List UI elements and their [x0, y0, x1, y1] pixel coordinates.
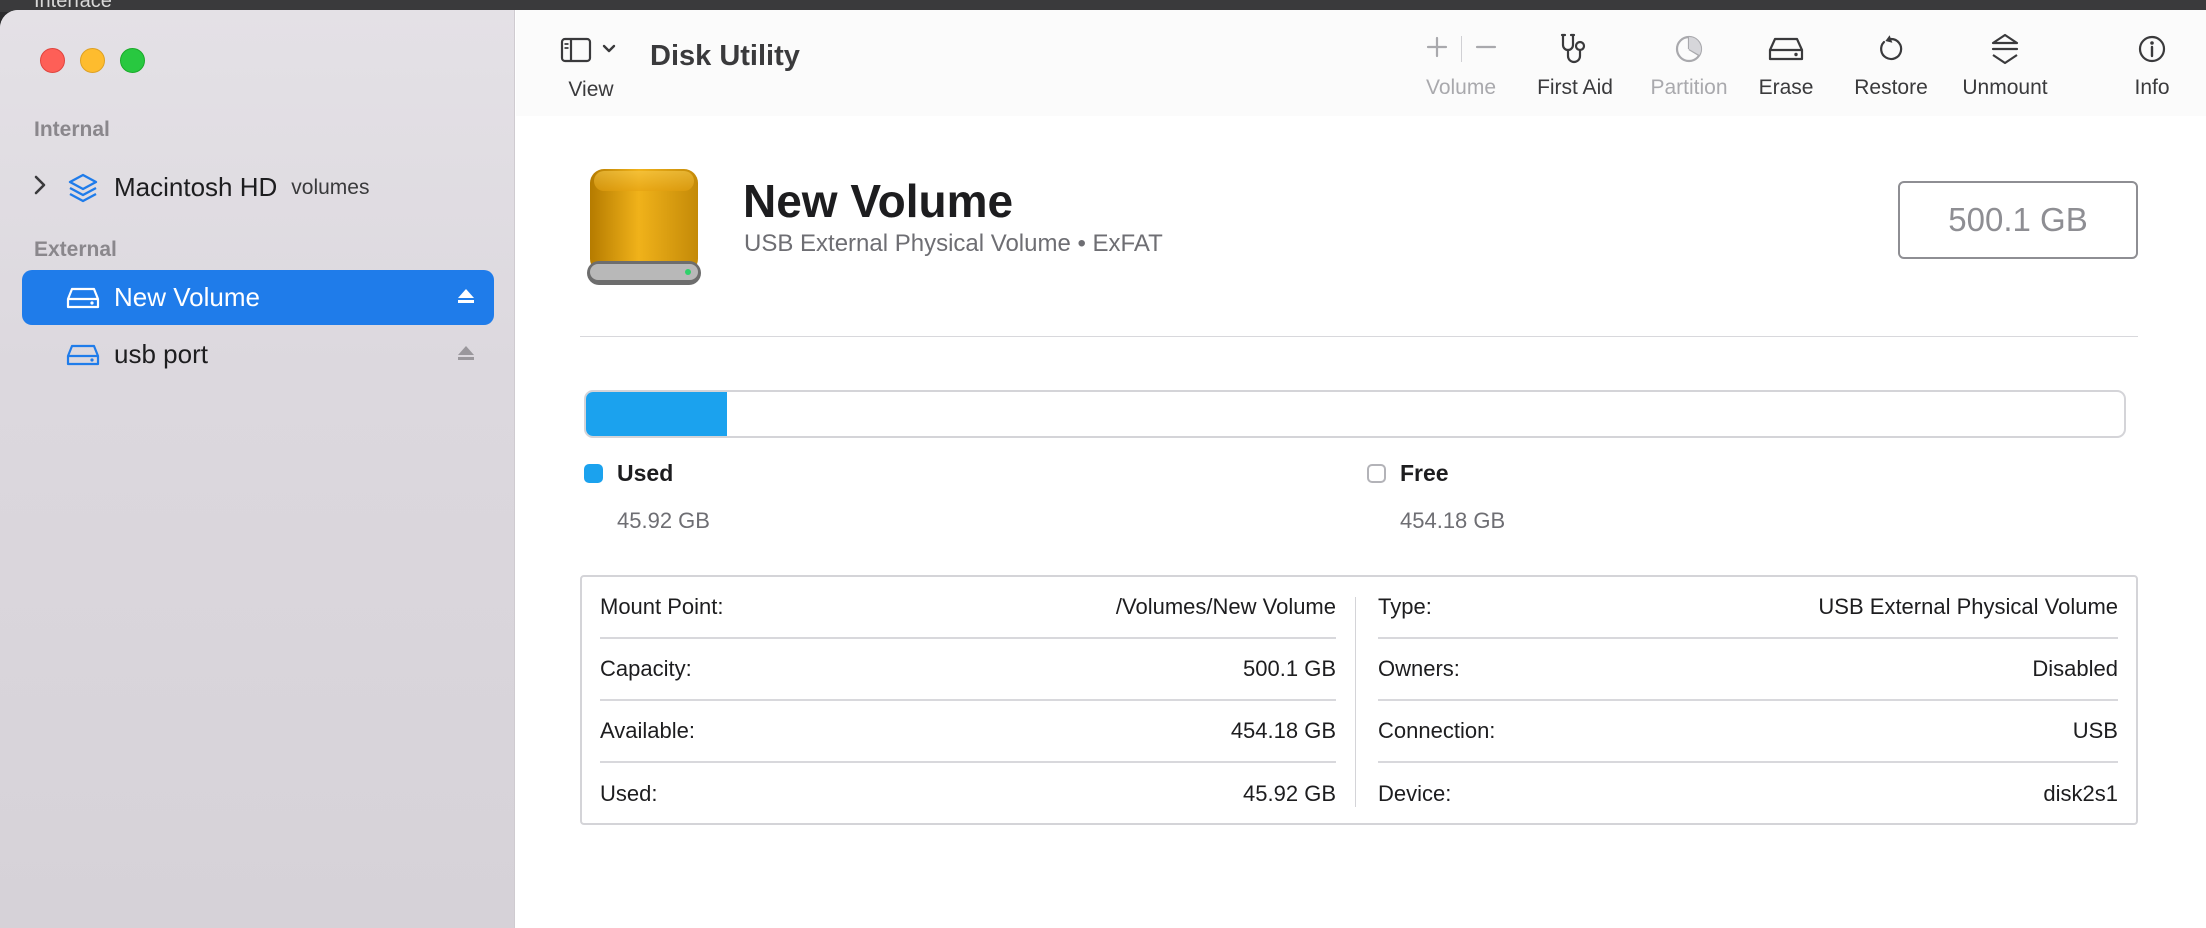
info-key: Device: — [1378, 781, 1452, 806]
info-row-device: Device: disk2s1 — [1378, 763, 2118, 825]
partition-button[interactable]: Partition — [1629, 30, 1749, 100]
drive-icon — [58, 343, 108, 367]
info-key: Available: — [600, 718, 695, 743]
eject-icon[interactable] — [456, 286, 476, 311]
view-label: View — [568, 78, 614, 101]
layers-icon — [58, 172, 108, 204]
sidebar-item-label: New Volume — [114, 282, 260, 312]
sidebar-toggle-icon — [556, 32, 626, 70]
legend-used: Used — [584, 460, 673, 487]
used-label: Used — [617, 460, 674, 486]
minimize-button[interactable] — [80, 48, 105, 73]
unmount-label: Unmount — [1962, 76, 2048, 99]
unmount-button[interactable]: Unmount — [1946, 30, 2064, 100]
sidebar-item-sublabel: volumes — [291, 175, 370, 199]
first-aid-button[interactable]: First Aid — [1516, 30, 1634, 100]
info-column-right: Type: USB External Physical Volume Owner… — [1378, 577, 2118, 823]
info-key: Used: — [600, 781, 658, 806]
sidebar-item-label: usb port — [114, 339, 208, 369]
info-key: Type: — [1378, 594, 1432, 619]
section-internal-label: Internal — [34, 118, 110, 141]
info-row-owners: Owners: Disabled — [1378, 639, 2118, 701]
info-value: 45.92 GB — [1243, 781, 1336, 806]
used-swatch-icon — [584, 464, 603, 483]
info-value: /Volumes/New Volume — [1115, 594, 1336, 619]
toolbar: View Disk Utility Volume First Aid Parti… — [516, 10, 2206, 116]
info-value: 500.1 GB — [1243, 656, 1336, 681]
disk-utility-window: Internal Macintosh HD volumes External N… — [0, 10, 2206, 928]
info-row-connection: Connection: USB — [1378, 701, 2118, 763]
sidebar-item-label: Macintosh HD — [114, 172, 278, 202]
info-row-mount-point: Mount Point: /Volumes/New Volume — [600, 577, 1336, 639]
info-value: disk2s1 — [2043, 781, 2118, 806]
erase-button[interactable]: Erase — [1744, 30, 1828, 100]
volume-name: New Volume — [743, 175, 1014, 227]
info-row-used: Used: 45.92 GB — [600, 763, 1336, 825]
external-drive-icon — [584, 165, 704, 296]
drive-erase-icon — [1744, 30, 1828, 68]
info-value: 454.18 GB — [1230, 718, 1336, 743]
volume-label: Volume — [1425, 76, 1497, 99]
minus-icon[interactable] — [1472, 33, 1500, 66]
usage-bar — [584, 390, 2126, 438]
partition-label: Partition — [1650, 76, 1728, 99]
plus-icon[interactable] — [1423, 33, 1451, 66]
info-icon — [2120, 30, 2184, 68]
used-value: 45.92 GB — [617, 508, 710, 533]
stethoscope-icon — [1516, 30, 1634, 68]
view-button[interactable]: View — [556, 32, 626, 102]
sidebar-item-new-volume[interactable]: New Volume — [22, 270, 494, 325]
free-swatch-icon — [1367, 464, 1386, 483]
info-column-left: Mount Point: /Volumes/New Volume Capacit… — [600, 577, 1336, 823]
volume-size-badge: 500.1 GB — [1898, 181, 2138, 259]
close-button[interactable] — [40, 48, 65, 73]
main-content: View Disk Utility Volume First Aid Parti… — [516, 10, 2206, 928]
window-controls — [40, 48, 145, 73]
zoom-button[interactable] — [120, 48, 145, 73]
sidebar-item-usb-port[interactable]: usb port — [22, 327, 494, 382]
sidebar: Internal Macintosh HD volumes External N… — [0, 10, 515, 928]
volume-button[interactable]: Volume — [1402, 30, 1520, 100]
volume-info-table: Mount Point: /Volumes/New Volume Capacit… — [580, 575, 2138, 825]
volume-description: USB External Physical Volume • ExFAT — [744, 230, 1163, 257]
info-row-capacity: Capacity: 500.1 GB — [600, 639, 1336, 701]
sidebar-item-macintosh-hd[interactable]: Macintosh HD volumes — [22, 160, 494, 215]
unmount-icon — [1946, 30, 2064, 68]
usage-bar-used-segment — [586, 392, 728, 436]
info-value: USB — [2072, 718, 2118, 743]
info-column-separator — [1355, 597, 1356, 807]
info-key: Capacity: — [600, 656, 692, 681]
section-external-label: External — [34, 238, 117, 261]
drive-icon — [58, 286, 108, 310]
legend-free: Free — [1367, 460, 1449, 487]
info-key: Connection: — [1378, 718, 1496, 743]
divider — [1460, 36, 1462, 62]
free-value: 454.18 GB — [1400, 508, 1506, 533]
restore-button[interactable]: Restore — [1834, 30, 1948, 100]
chevron-right-icon[interactable] — [22, 174, 58, 202]
restore-arrow-icon — [1834, 30, 1948, 68]
info-value: USB External Physical Volume — [1818, 594, 2118, 619]
window-title: Disk Utility — [650, 40, 800, 72]
free-label: Free — [1400, 460, 1449, 486]
header-divider — [580, 336, 2138, 337]
info-row-available: Available: 454.18 GB — [600, 701, 1336, 763]
eject-icon[interactable] — [456, 343, 476, 368]
pie-chart-icon — [1629, 30, 1749, 68]
info-row-type: Type: USB External Physical Volume — [1378, 577, 2118, 639]
info-key: Mount Point: — [600, 594, 724, 619]
restore-label: Restore — [1854, 76, 1928, 99]
erase-label: Erase — [1758, 76, 1814, 99]
info-label: Info — [2134, 76, 2170, 99]
info-key: Owners: — [1378, 656, 1460, 681]
info-value: Disabled — [2032, 656, 2118, 681]
first-aid-label: First Aid — [1537, 76, 1613, 99]
info-button[interactable]: Info — [2120, 30, 2184, 100]
